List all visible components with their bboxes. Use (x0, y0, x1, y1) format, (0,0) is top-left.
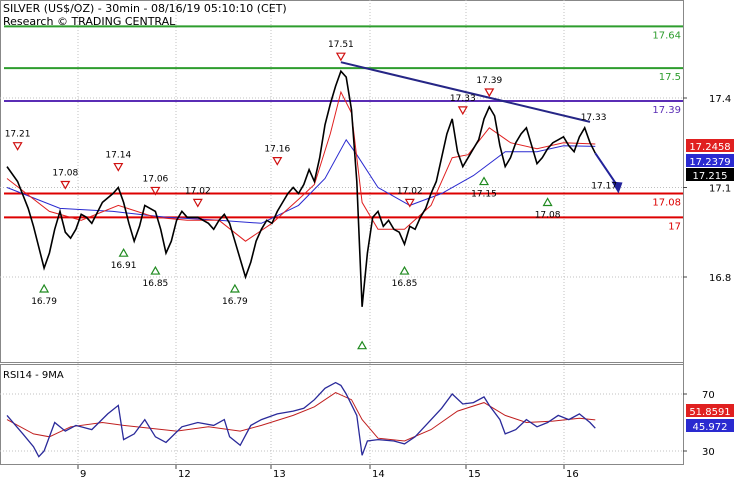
price-line (6, 69, 597, 307)
marker-label: 16.79 (31, 297, 57, 307)
annotation-label: 17.17 (591, 182, 617, 192)
ma-fast-line (6, 90, 596, 242)
marker-label: 17.14 (105, 151, 131, 161)
ma-slow-line (6, 138, 596, 224)
marker-label: 16.85 (143, 279, 169, 289)
down-marker-icon (335, 52, 346, 62)
down-marker-icon (272, 157, 283, 166)
level-label-support: 17 (668, 221, 681, 232)
down-marker-icon (60, 180, 71, 190)
up-marker-icon (357, 340, 368, 350)
level-label-resistance: 17.64 (652, 30, 681, 41)
level-label-pivot: 17.39 (652, 105, 681, 116)
marker-label: 17.16 (264, 145, 290, 155)
marker-label: 17.15 (471, 190, 497, 200)
up-marker-icon (39, 283, 50, 293)
up-marker-icon (229, 283, 240, 293)
up-marker-icon (542, 197, 553, 207)
rsi-tag-label: 45.972 (693, 422, 728, 433)
up-marker-icon (150, 265, 161, 275)
down-marker-icon (192, 198, 203, 208)
chart-canvas[interactable]: 9121314151617.817.417.116.817.6417.517.3… (0, 0, 735, 480)
rsi-y-tick-label: 70 (702, 390, 715, 401)
trendline (340, 61, 591, 123)
marker-label: 17.33 (450, 94, 476, 104)
marker-label: 17.06 (143, 174, 169, 184)
main-panel-frame (0, 0, 684, 363)
price-tag-label: 17.215 (693, 171, 728, 182)
x-tick-label: 15 (468, 469, 481, 480)
marker-label: 17.39 (476, 76, 502, 86)
y-tick-label: 17.1 (709, 184, 731, 195)
x-tick-label: 13 (273, 469, 286, 480)
down-marker-icon (457, 106, 468, 116)
level-label-resistance: 17.5 (659, 72, 681, 83)
x-tick-label: 12 (178, 469, 191, 480)
level-label-support: 17.08 (652, 197, 681, 208)
x-tick-label: 9 (80, 469, 86, 480)
rsi-tag-label: 51.8591 (689, 407, 730, 418)
projection-arrow-line (594, 152, 618, 186)
price-tag-label: 17.2458 (689, 142, 730, 153)
marker-label: 16.85 (392, 279, 418, 289)
y-tick-label: 16.8 (709, 273, 731, 284)
marker-label: 16.91 (111, 261, 137, 271)
rsi-title: RSI14 - 9MA (3, 370, 64, 381)
annotation-label: 17.33 (581, 113, 607, 123)
down-marker-icon (12, 142, 23, 151)
down-marker-icon (113, 162, 124, 172)
marker-label: 17.51 (328, 40, 354, 50)
down-marker-icon (484, 88, 495, 98)
down-marker-icon (404, 198, 415, 208)
x-tick-label: 14 (372, 469, 385, 480)
up-marker-icon (118, 247, 129, 257)
rsi-y-tick-label: 30 (702, 447, 715, 458)
marker-label: 17.08 (535, 210, 561, 220)
marker-label: 17.08 (52, 168, 78, 178)
marker-label: 17.21 (5, 130, 31, 140)
marker-label: 17.02 (185, 186, 211, 196)
x-tick-label: 16 (566, 469, 579, 480)
price-tag-label: 17.2379 (689, 157, 730, 168)
marker-label: 16.79 (222, 297, 248, 307)
up-marker-icon (478, 176, 490, 186)
marker-label: 17.02 (397, 186, 423, 196)
up-marker-icon (399, 265, 410, 275)
y-tick-label: 17.4 (709, 94, 731, 105)
